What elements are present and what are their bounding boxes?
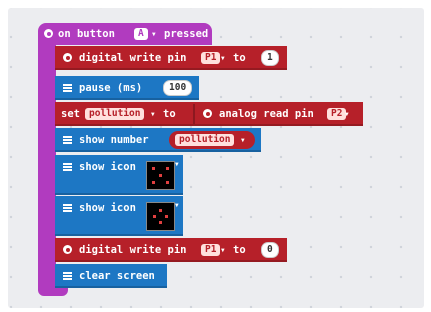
on-button-pressed-block[interactable]: on button A ▼ pressed <box>38 23 212 45</box>
block-label: show number <box>79 134 149 146</box>
block-label: digital write pin <box>79 244 187 256</box>
value-input[interactable]: 0 <box>261 242 279 258</box>
chevron-down-icon: ▼ <box>151 111 155 118</box>
basic-grid-icon <box>63 84 72 92</box>
digital-write-block[interactable]: digital write pin P1 ▼ to 0 <box>55 238 287 262</box>
led <box>152 167 155 170</box>
event-suffix: pressed <box>164 28 209 40</box>
pins-icon <box>63 53 72 62</box>
led <box>165 215 168 218</box>
to-label: to <box>233 244 246 256</box>
pins-icon <box>203 109 212 118</box>
pins-icon <box>63 245 72 254</box>
block-label: show icon <box>79 161 136 173</box>
pin-dropdown[interactable]: P2 <box>327 108 347 120</box>
value-input[interactable]: 1 <box>261 50 279 66</box>
event-prefix: on button <box>58 28 115 40</box>
to-label: to <box>233 52 246 64</box>
chevron-down-icon: ▼ <box>221 55 225 62</box>
led <box>152 181 155 184</box>
pin-dropdown[interactable]: P1 <box>201 244 221 256</box>
show-icon-block[interactable]: show icon ▼ <box>55 155 183 195</box>
basic-grid-icon <box>63 163 72 171</box>
led <box>166 181 169 184</box>
block-label: clear screen <box>79 270 155 282</box>
variable-dropdown[interactable]: pollution <box>175 134 235 146</box>
digital-write-block[interactable]: digital write pin P1 ▼ to 1 <box>55 46 287 70</box>
led <box>166 167 169 170</box>
chevron-down-icon: ▼ <box>241 137 245 144</box>
chevron-down-icon: ▼ <box>152 31 156 38</box>
set-label: set <box>61 108 80 120</box>
to-label: to <box>163 108 176 120</box>
icon-picker[interactable] <box>146 161 175 190</box>
led <box>159 221 162 224</box>
button-dropdown[interactable]: A <box>134 28 148 40</box>
analog-read-label: analog read pin <box>219 108 314 120</box>
basic-grid-icon <box>63 204 72 212</box>
variable-dropdown[interactable]: pollution <box>85 108 145 120</box>
show-number-block[interactable]: show number pollution ▼ <box>55 128 261 152</box>
block-label: show icon <box>79 202 136 214</box>
chevron-down-icon: ▼ <box>175 202 179 209</box>
variable-reporter[interactable]: pollution ▼ <box>169 131 255 149</box>
clear-screen-block[interactable]: clear screen <box>55 264 167 288</box>
led <box>153 215 156 218</box>
pause-ms-input[interactable]: 100 <box>163 80 193 96</box>
event-block-mouth <box>38 44 56 290</box>
pin-dropdown[interactable]: P1 <box>201 52 221 64</box>
basic-grid-icon <box>63 272 72 280</box>
icon-picker[interactable] <box>146 202 175 231</box>
block-label: pause (ms) <box>79 82 143 94</box>
show-icon-block[interactable]: show icon ▼ <box>55 196 183 236</box>
chevron-down-icon: ▼ <box>345 111 349 118</box>
led <box>159 209 162 212</box>
chevron-down-icon: ▼ <box>175 161 179 168</box>
led <box>159 174 162 177</box>
pause-block[interactable]: pause (ms) 100 <box>55 76 199 100</box>
set-variable-block[interactable]: set pollution ▼ to analog read pin P2 ▼ <box>55 102 363 126</box>
block-label: digital write pin <box>79 52 187 64</box>
chevron-down-icon: ▼ <box>221 247 225 254</box>
basic-grid-icon <box>63 136 72 144</box>
analog-read-block[interactable]: analog read pin P2 ▼ <box>193 104 363 124</box>
event-icon <box>44 29 53 38</box>
